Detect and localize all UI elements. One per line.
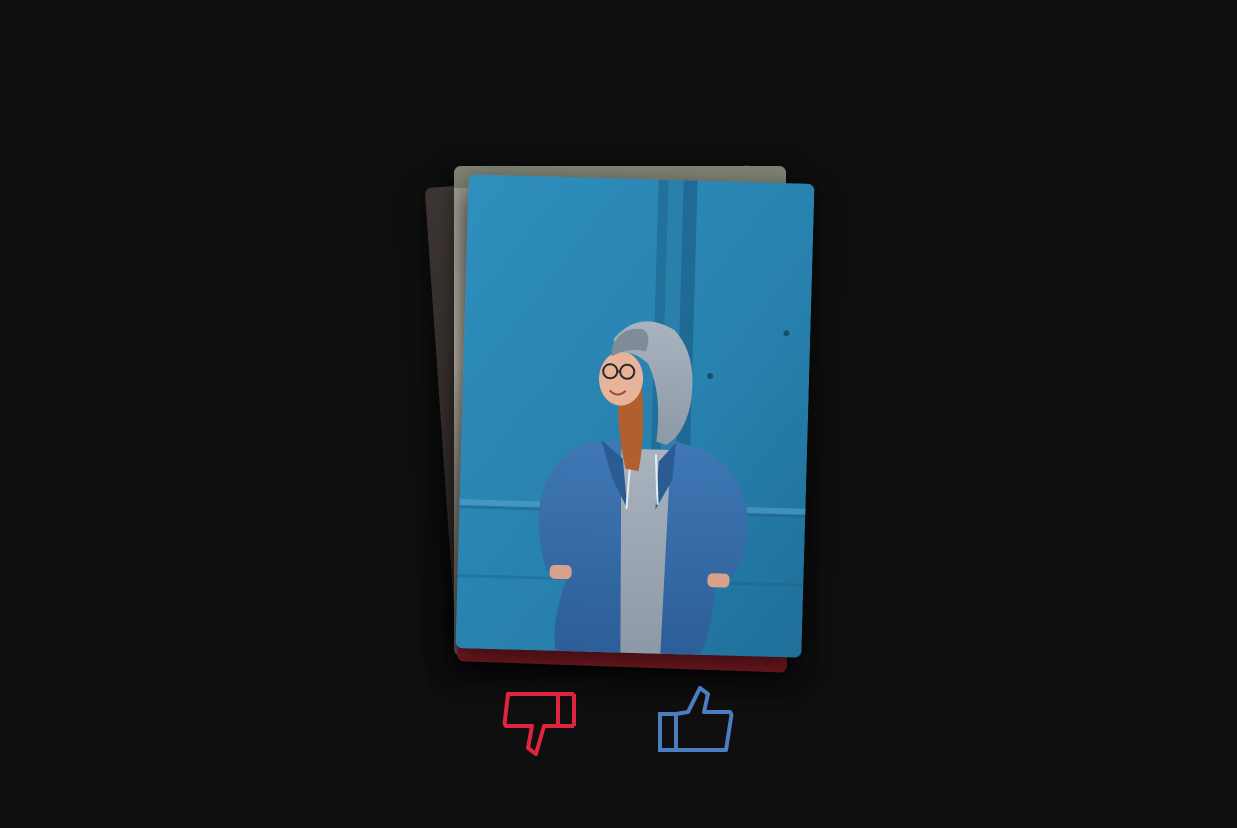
dislike-button[interactable] [502, 686, 582, 766]
like-button[interactable] [654, 682, 734, 762]
thumbs-up-icon [658, 686, 734, 752]
person-in-hoodie-photo [455, 174, 815, 658]
swipe-stage [0, 0, 1237, 828]
photo-card-front[interactable] [455, 174, 815, 658]
thumbs-down-icon [502, 692, 576, 756]
swipe-actions [0, 682, 1237, 766]
